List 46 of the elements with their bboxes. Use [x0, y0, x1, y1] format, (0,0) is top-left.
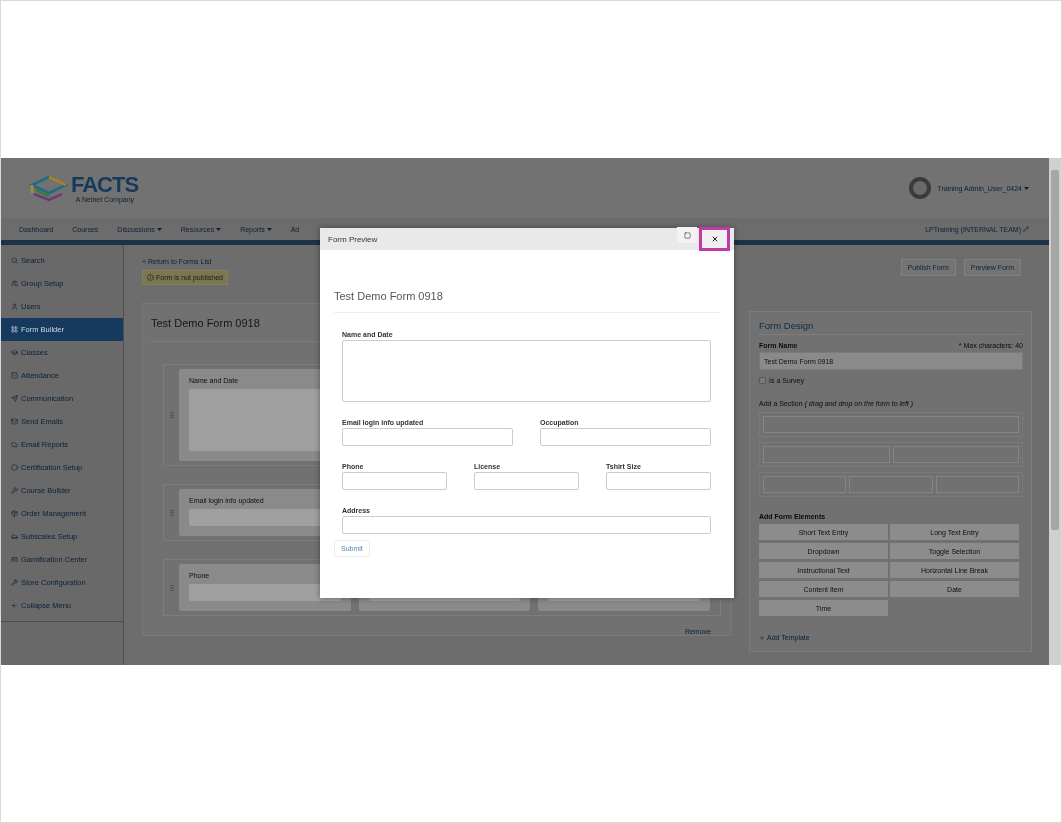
car-icon — [11, 533, 18, 540]
input-field[interactable] — [342, 428, 513, 446]
input-field[interactable] — [342, 516, 711, 534]
cloud-icon — [11, 441, 18, 448]
logo-icon — [29, 173, 69, 203]
drag-handle-icon[interactable] — [168, 508, 176, 517]
input-field[interactable] — [540, 428, 711, 446]
dialog-title: Form Preview — [328, 234, 378, 244]
input-field[interactable] — [606, 472, 711, 490]
form-title: Test Demo Form 0918 — [334, 290, 720, 313]
survey-checkbox[interactable] — [759, 377, 766, 384]
gamepad-icon — [11, 556, 18, 563]
paper-plane-icon — [11, 395, 18, 402]
close-icon — [710, 235, 719, 243]
grid-icon — [11, 326, 18, 333]
envelope-icon — [11, 418, 18, 425]
arrow-left-icon — [11, 602, 18, 609]
arrow-left-icon — [142, 259, 147, 264]
caret-icon — [1024, 186, 1029, 190]
maximize-button[interactable] — [677, 227, 697, 243]
caret-icon — [266, 227, 272, 231]
pencil-icon — [1023, 226, 1029, 232]
plus-icon — [759, 634, 765, 641]
dot-icon — [11, 464, 18, 471]
input-field[interactable] — [474, 472, 579, 490]
close-button[interactable] — [699, 227, 730, 251]
info-icon — [147, 274, 154, 281]
drag-handle-icon[interactable] — [168, 583, 176, 592]
text-area[interactable] — [342, 340, 711, 402]
avatar — [909, 177, 932, 199]
graduation-cap-icon — [11, 349, 18, 356]
drag-handle-icon[interactable] — [168, 411, 176, 419]
tools-icon — [11, 487, 18, 494]
caret-icon — [216, 227, 222, 231]
caret-icon — [156, 227, 162, 231]
input-field[interactable] — [342, 472, 447, 490]
logo-wordmark: FACTS — [71, 173, 139, 196]
person-icon — [11, 303, 18, 310]
panel-title: Form Design — [759, 320, 1023, 335]
search-icon — [11, 257, 18, 264]
maximize-icon — [683, 231, 691, 239]
people-icon — [11, 280, 18, 287]
tools-icon — [11, 579, 18, 586]
box-icon — [11, 510, 18, 517]
checkbox-icon — [11, 372, 18, 379]
scrollbar[interactable] — [1049, 158, 1061, 665]
